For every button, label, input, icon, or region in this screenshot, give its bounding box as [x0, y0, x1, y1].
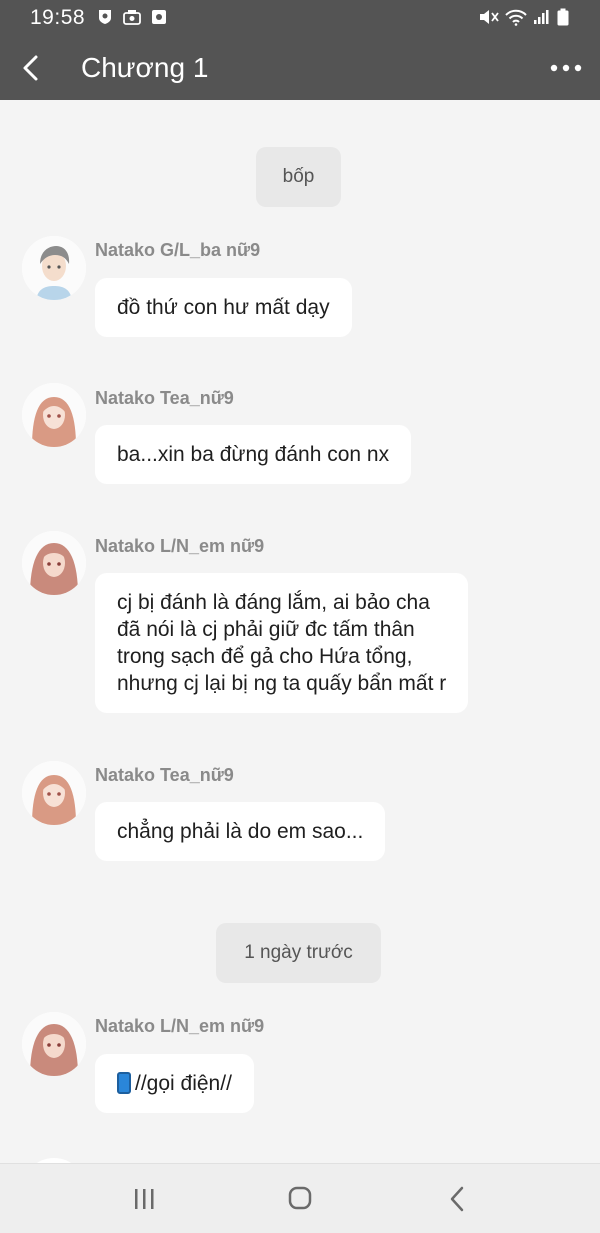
gallery-notification-icon: [152, 10, 166, 24]
app-bar: Chương 1: [0, 36, 600, 100]
chevron-left-icon[interactable]: [14, 50, 50, 86]
shield-notification-icon: [99, 10, 111, 24]
camera-notification-icon: [123, 10, 141, 25]
mobile-phone-icon: [117, 1072, 131, 1094]
sender-name: Natako Tea_nữ9: [95, 388, 234, 408]
sister-avatar[interactable]: [22, 531, 86, 595]
woman-portrait-icon: [22, 531, 86, 595]
message-bubble[interactable]: ba...xin ba đừng đánh con nx: [95, 425, 412, 484]
tea-avatar[interactable]: [22, 383, 86, 447]
woman-portrait-icon: [22, 761, 86, 825]
status-bar: 19:58: [0, 0, 600, 36]
event-divider: bốp: [256, 147, 341, 207]
home-icon[interactable]: [282, 1184, 318, 1214]
woman-portrait-icon: [22, 1012, 86, 1076]
date-divider: 1 ngày trước: [216, 923, 381, 983]
father-avatar[interactable]: [22, 236, 86, 300]
message-text: //gọi điện//: [135, 1072, 232, 1095]
sender-name: Natako Tea_nữ9: [95, 765, 234, 785]
status-time: 19:58: [30, 6, 86, 29]
signal-icon: [534, 10, 549, 24]
message-bubble[interactable]: chẳng phải là do em sao...: [95, 802, 386, 861]
sender-name: Natako L/N_em nữ9: [95, 536, 265, 556]
back-icon[interactable]: [440, 1184, 476, 1214]
recent-apps-icon[interactable]: [126, 1184, 162, 1214]
sister-avatar[interactable]: [22, 1012, 86, 1076]
man-portrait-icon: [22, 236, 86, 300]
page-title: Chương 1: [81, 52, 209, 83]
sender-name: Natako G/L_ba nữ9: [95, 240, 261, 260]
mute-vibrate-icon: [480, 10, 499, 24]
wifi-icon: [505, 9, 527, 26]
message-bubble[interactable]: //gọi điện//: [95, 1054, 254, 1113]
message-bubble[interactable]: đồ thứ con hư mất dạy: [95, 278, 352, 337]
tea-avatar[interactable]: [22, 761, 86, 825]
battery-icon: [557, 8, 569, 26]
chat-screen: 19:58 Chương 1 bốp Natako G/L_ba nữ9 đồ …: [0, 0, 600, 1233]
navigation-bar: [0, 1163, 600, 1233]
woman-portrait-icon: [22, 383, 86, 447]
more-horizontal-icon[interactable]: [546, 52, 586, 84]
sender-name: Natako L/N_em nữ9: [95, 1016, 265, 1036]
message-bubble[interactable]: cj bị đánh là đáng lắm, ai bảo cha đã nó…: [95, 573, 469, 713]
